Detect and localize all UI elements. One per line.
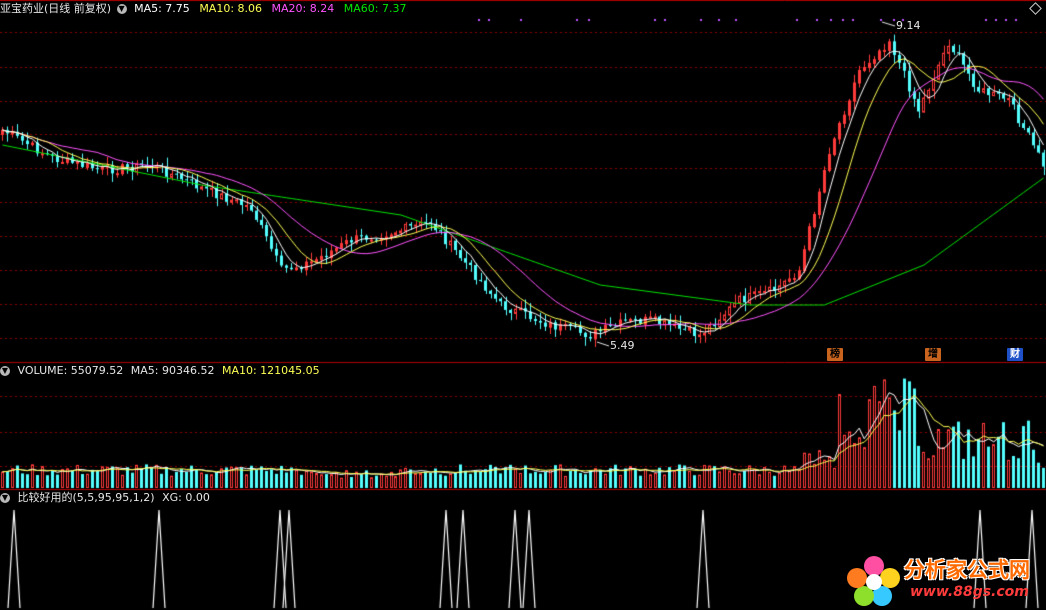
chevron-down-icon[interactable]: ▼ (116, 4, 127, 14)
stock-title[interactable]: 亚宝药业(日线 前复权) (0, 2, 111, 15)
low-price-label: 5.49 (610, 339, 635, 352)
ma10-value: MA10: 8.06 (199, 2, 263, 15)
watermark-logo: 分析家公式网 www.88gs.com (844, 552, 1044, 608)
indicator-value: XG: 0.00 (162, 491, 210, 504)
event-marker-cai[interactable]: 财 (1007, 348, 1023, 361)
event-marker-bang[interactable]: 榜 (827, 348, 843, 361)
chevron-down-icon[interactable]: ▼ (0, 366, 10, 376)
flower-logo-icon (847, 556, 900, 606)
volume-ma10-value: MA10: 121045.05 (221, 364, 320, 377)
volume-panel-header: ▼ VOLUME: 55079.52 MA5: 90346.52 MA10: 1… (0, 364, 320, 378)
event-marker-zeng[interactable]: 增 (925, 348, 941, 361)
chevron-down-icon[interactable]: ▼ (0, 493, 10, 503)
price-panel-header: 亚宝药业(日线 前复权) ▼ MA5: 7.75 MA10: 8.06 MA20… (0, 2, 406, 16)
indicator-title: 比较好用的(5,5,95,95,1,2) (17, 491, 155, 504)
indicator-panel-header: ▼ 比较好用的(5,5,95,95,1,2) XG: 0.00 (0, 491, 210, 505)
ma20-value: MA20: 8.24 (271, 2, 335, 15)
high-price-label: 9.14 (896, 19, 921, 32)
watermark-url: www.88gs.com (910, 584, 1029, 600)
volume-value: VOLUME: 55079.52 (17, 364, 124, 377)
candlestick-chart-canvas[interactable] (0, 0, 1046, 610)
ma5-value: MA5: 7.75 (134, 2, 190, 15)
watermark-title: 分析家公式网 (904, 558, 1030, 582)
ma60-value: MA60: 7.37 (343, 2, 407, 15)
volume-ma5-value: MA5: 90346.52 (130, 364, 215, 377)
